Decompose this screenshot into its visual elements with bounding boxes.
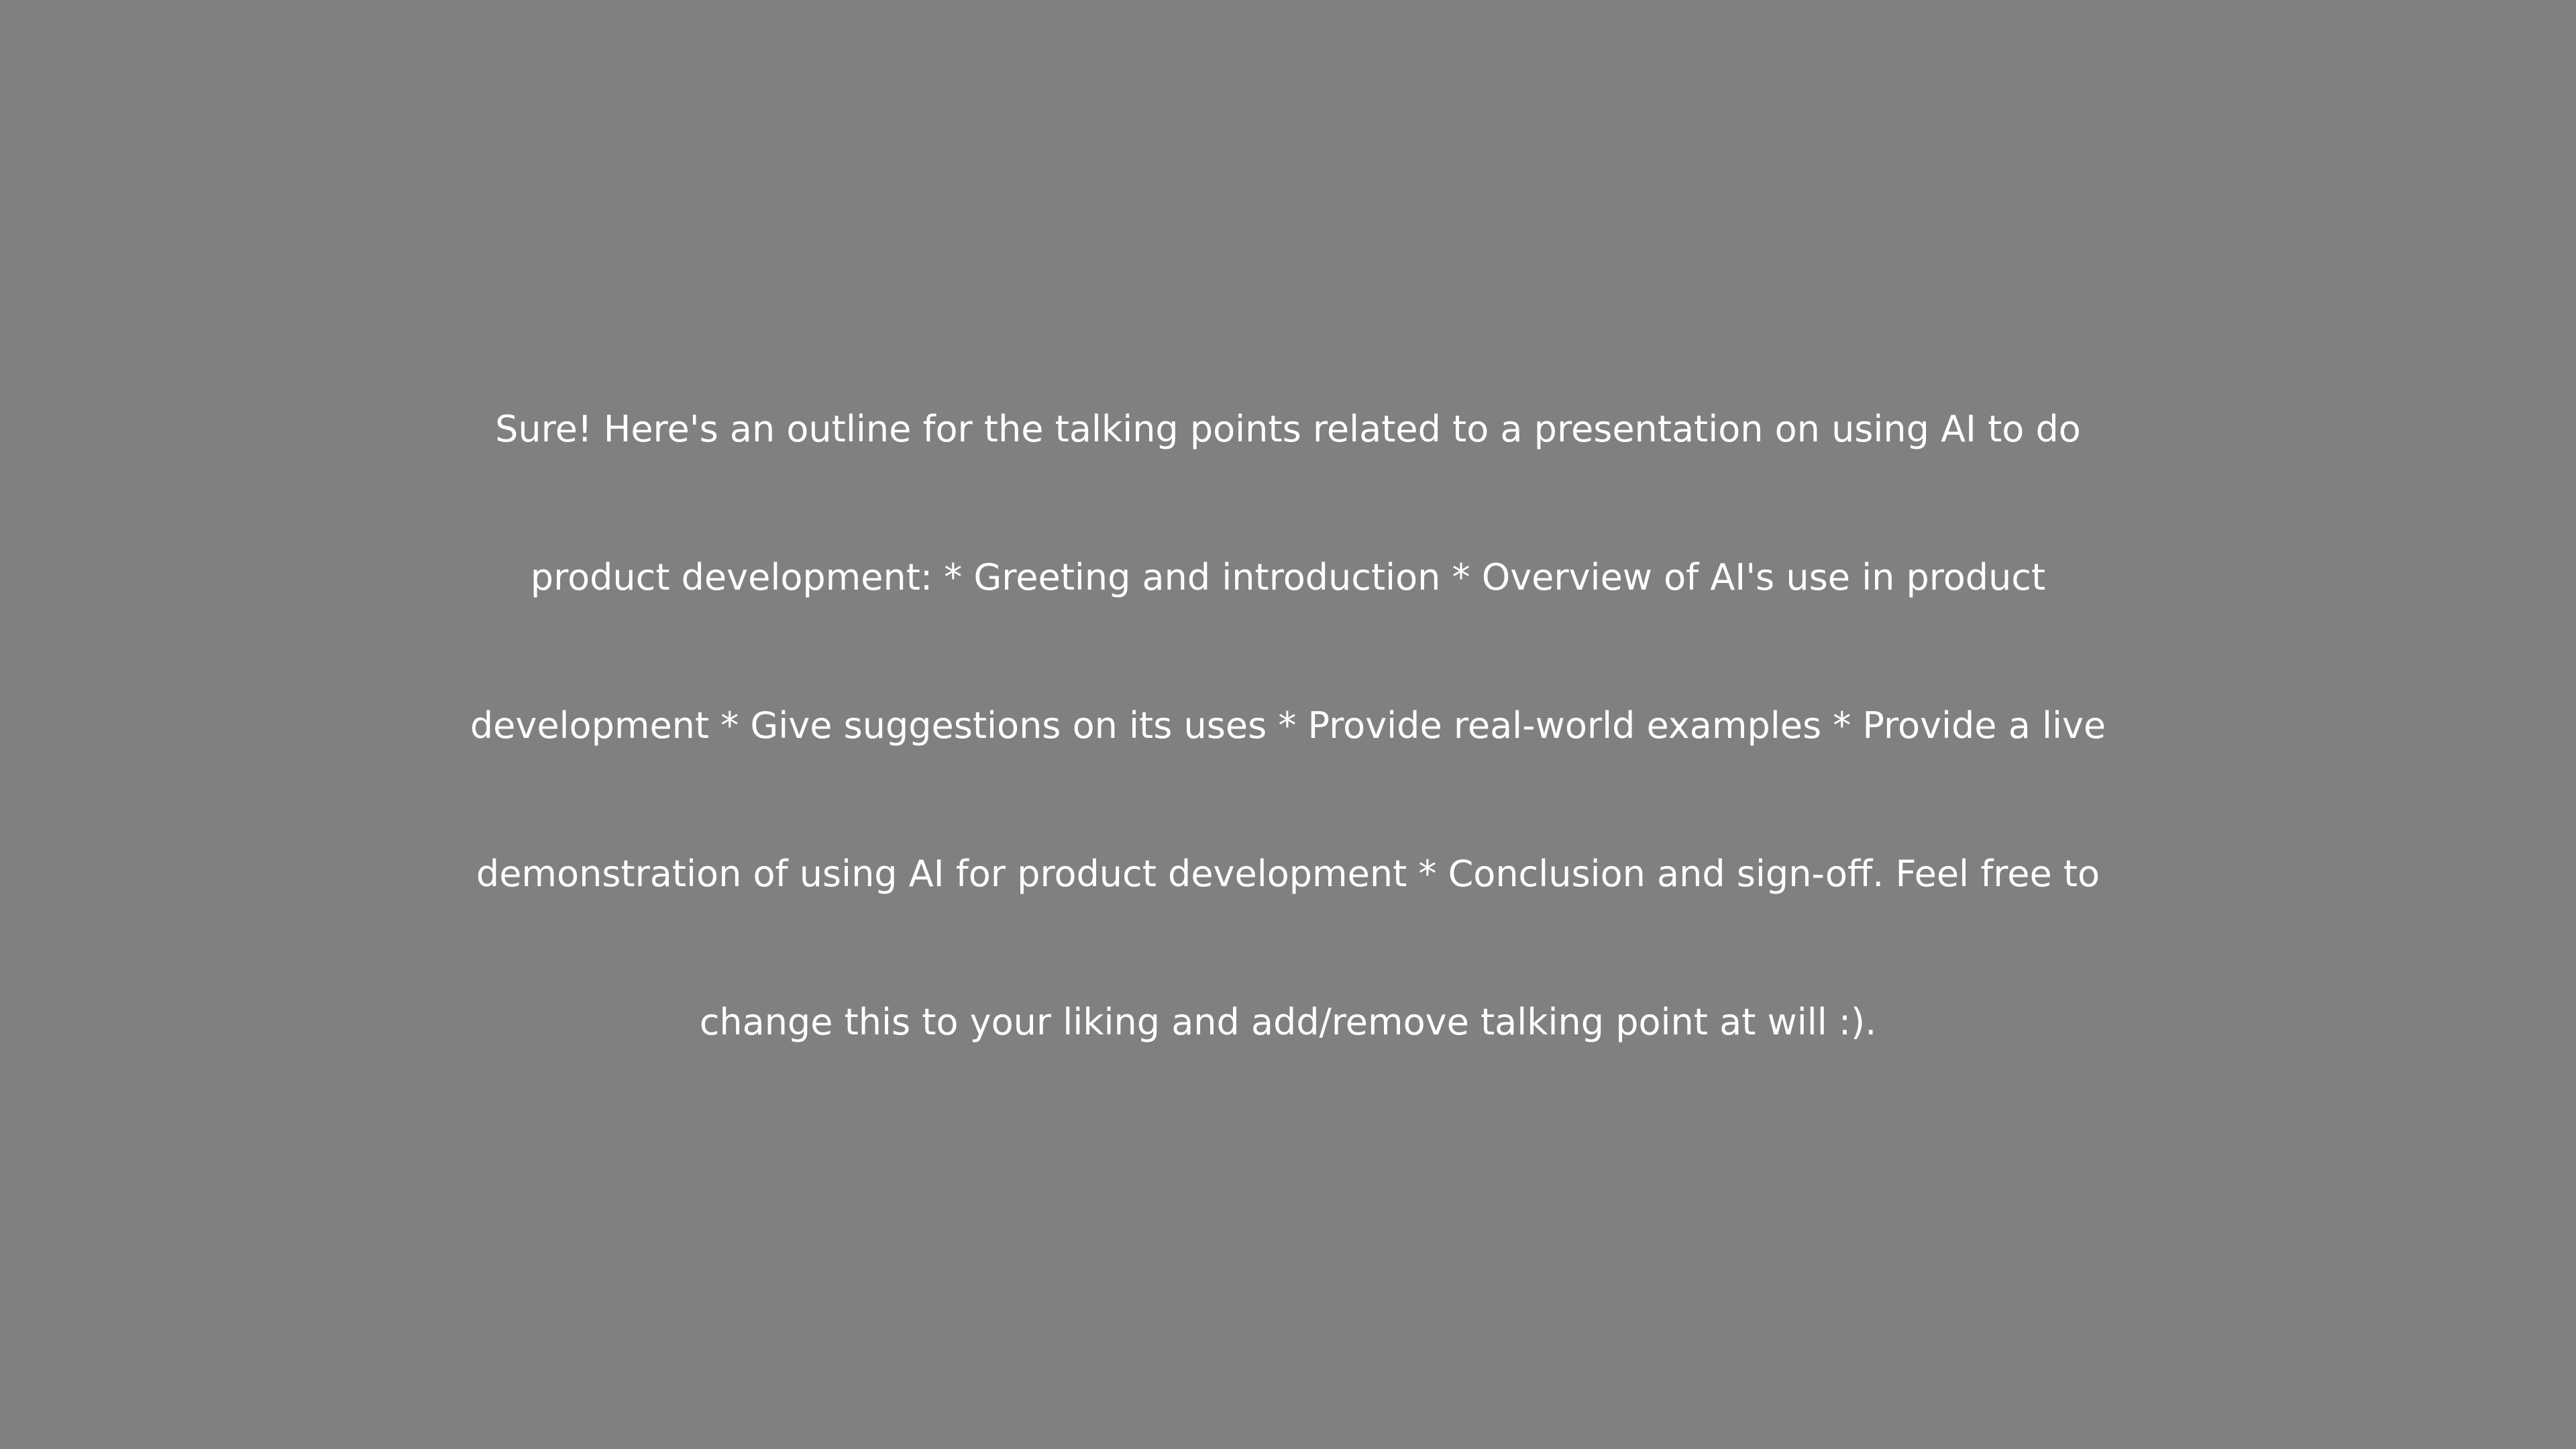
- canvas: Sure! Here's an outline for the talking …: [0, 0, 2576, 1449]
- message-line: demonstration of using AI for product de…: [476, 853, 2100, 895]
- message-text: Sure! Here's an outline for the talking …: [0, 0, 2576, 1449]
- message-line: development * Give suggestions on its us…: [470, 704, 2106, 747]
- message-line: product development: * Greeting and intr…: [530, 556, 2046, 598]
- message-line: change this to your liking and add/remov…: [699, 1001, 1877, 1043]
- message-line: Sure! Here's an outline for the talking …: [495, 408, 2081, 450]
